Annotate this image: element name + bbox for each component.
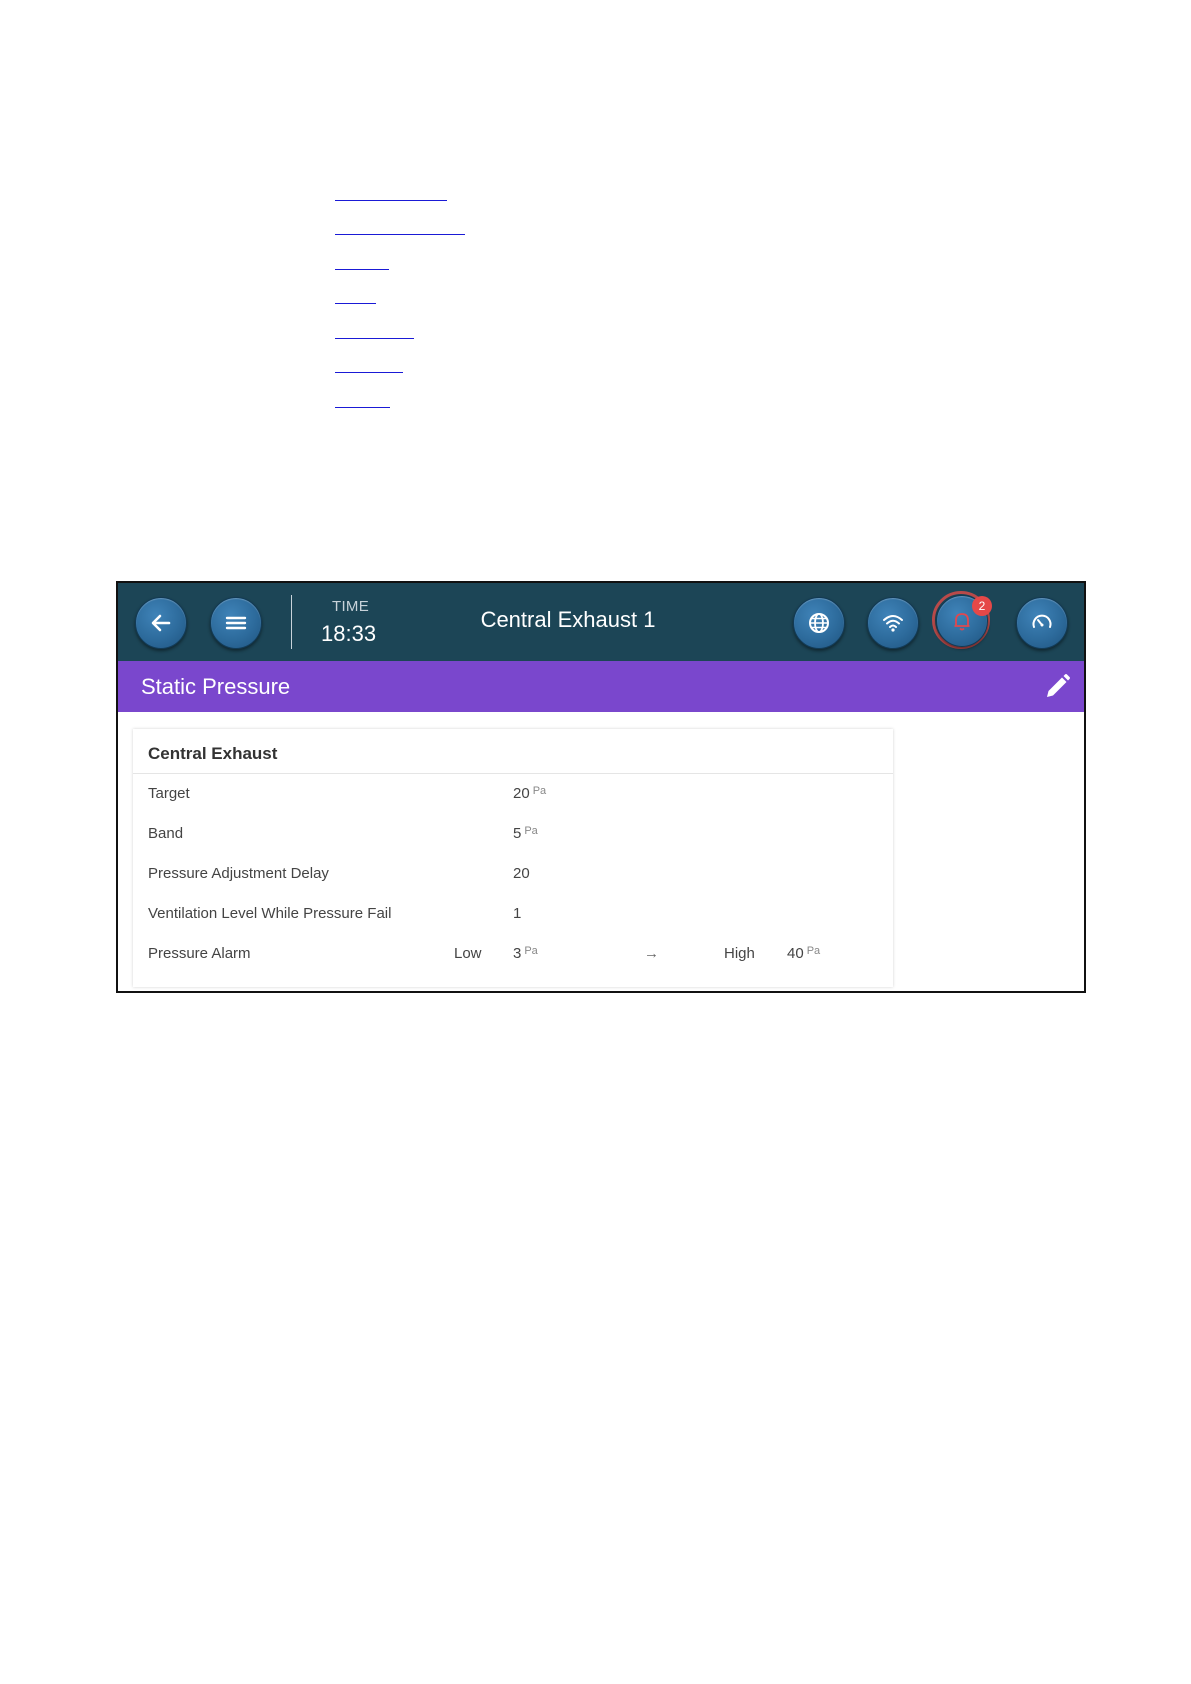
document-link-4[interactable] [335, 303, 376, 304]
document-link-5[interactable] [335, 338, 414, 339]
setting-label: Ventilation Level While Pressure Fail [148, 905, 392, 922]
setting-value: 1 [513, 905, 522, 922]
document-link-3[interactable] [335, 269, 389, 270]
card-title: Central Exhaust [148, 744, 278, 763]
wifi-icon [883, 615, 903, 632]
dashboard-button[interactable] [1016, 597, 1068, 649]
controller-screenshot: TIME 18:33 Central Exhaust 1 2 Static Pr… [116, 581, 1086, 993]
setting-row-ventilation-level[interactable]: Ventilation Level While Pressure Fail 1 [133, 893, 893, 933]
document-link-6[interactable] [335, 372, 403, 373]
document-link-1[interactable] [335, 200, 447, 201]
alarm-high-value: 40 Pa [787, 945, 821, 962]
range-arrow: → [644, 945, 659, 962]
edit-button[interactable] [1042, 672, 1072, 702]
setting-label: Pressure Alarm [148, 945, 251, 962]
setting-row-adjustment-delay[interactable]: Pressure Adjustment Delay 20 [133, 853, 893, 893]
page-title: Central Exhaust 1 [480, 607, 656, 632]
setting-value: 20 Pa [513, 785, 547, 802]
setting-value: 5 Pa [513, 825, 538, 842]
document-link-7[interactable] [335, 407, 390, 408]
alarm-high-label: High [724, 945, 755, 962]
time-value: 18:33 [321, 621, 377, 646]
back-arrow-icon [151, 614, 171, 632]
setting-label: Target [148, 785, 190, 802]
back-button[interactable] [135, 597, 187, 649]
setting-label: Pressure Adjustment Delay [148, 865, 329, 882]
gauge-icon [1032, 614, 1052, 628]
card-header: Central Exhaust [133, 729, 893, 774]
network-button[interactable] [867, 597, 919, 649]
section-header: Static Pressure [118, 661, 1084, 712]
top-bar: TIME 18:33 Central Exhaust 1 2 [118, 583, 1084, 661]
setting-row-pressure-alarm[interactable]: Pressure Alarm Low 3 Pa → High 40 Pa [133, 933, 893, 973]
globe-icon [809, 613, 829, 633]
setting-row-band[interactable]: Band 5 Pa [133, 813, 893, 853]
menu-icon [225, 616, 247, 630]
section-title: Static Pressure [141, 674, 291, 699]
pencil-icon [1047, 674, 1070, 697]
language-button[interactable] [793, 597, 845, 649]
bell-icon [954, 613, 970, 631]
document-link-2[interactable] [335, 234, 465, 235]
alarm-low-label: Low [454, 945, 482, 962]
time-label: TIME [332, 598, 370, 615]
setting-row-target[interactable]: Target 20 Pa [133, 773, 893, 813]
settings-card: Central Exhaust Target 20 Pa Band 5 Pa Pre… [133, 729, 893, 987]
header-divider [291, 595, 292, 649]
menu-button[interactable] [210, 597, 262, 649]
alarm-count-badge: 2 [972, 596, 992, 616]
setting-label: Band [148, 825, 184, 842]
alarm-low-value: 3 Pa [513, 945, 538, 962]
setting-value: 20 [513, 865, 530, 882]
